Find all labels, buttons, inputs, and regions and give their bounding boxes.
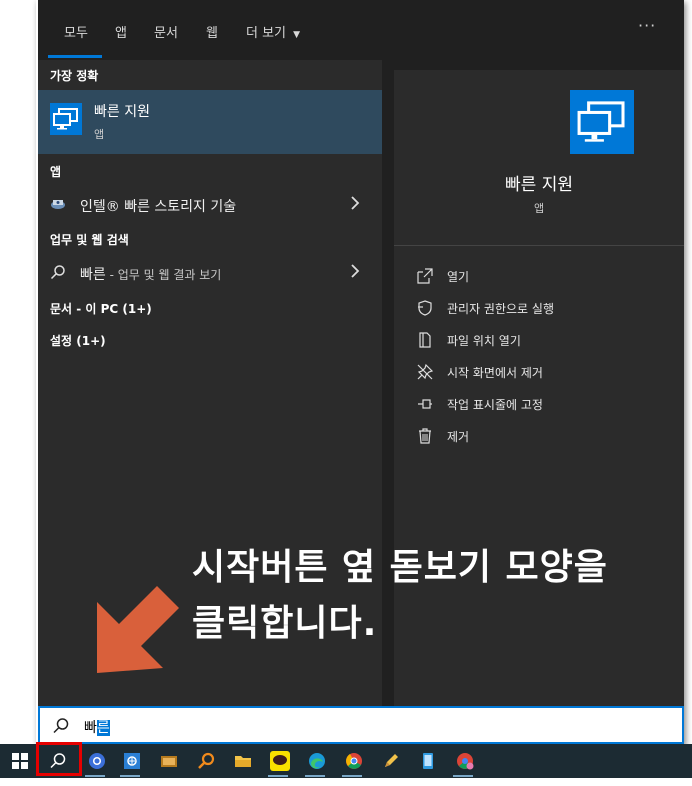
arrow-down-left-icon (95, 580, 185, 679)
running-indicator (120, 775, 140, 777)
running-indicator (85, 775, 105, 777)
action-label: 시작 화면에서 제거 (447, 366, 543, 380)
action-pin-taskbar[interactable]: 작업 표시줄에 고정 (416, 392, 676, 416)
search-input[interactable]: 빠른 (84, 717, 110, 737)
chrome-profile-icon[interactable] (453, 749, 477, 773)
tab-all[interactable]: 모두 (64, 22, 88, 41)
app-item-intel-rst[interactable]: 인텔® 빠른 스토리지 기술 (38, 189, 382, 219)
action-uninstall[interactable]: 제거 (416, 424, 676, 448)
documents-heading[interactable]: 문서 - 이 PC (1+) (50, 300, 152, 317)
tab-documents[interactable]: 문서 (154, 22, 178, 41)
monitor-pair-icon (570, 90, 634, 154)
screenshot: 모두 앱 문서 웹 더 보기 ▼ ··· 가장 정확 빠른 지원 앱 앱 인텔®… (0, 0, 692, 786)
tab-more-label: 더 보기 (246, 26, 287, 41)
search-orange-icon[interactable] (194, 749, 218, 773)
action-run-as-admin[interactable]: 관리자 권한으로 실행 (416, 296, 676, 320)
web-search-suffix: - 업무 및 웹 결과 보기 (105, 268, 222, 282)
trash-icon (416, 427, 434, 445)
web-search-heading: 업무 및 웹 검색 (50, 233, 129, 247)
settings-heading[interactable]: 설정 (1+) (50, 332, 106, 349)
chevron-down-icon: ▼ (293, 30, 301, 40)
pencil-icon[interactable] (379, 749, 403, 773)
kakaotalk-icon[interactable] (268, 749, 292, 773)
action-open-file-location[interactable]: 파일 위치 열기 (416, 328, 676, 352)
more-options-icon[interactable]: ··· (638, 16, 656, 35)
chevron-right-icon[interactable] (348, 193, 362, 213)
open-icon (416, 267, 434, 285)
search-text: 빠 (84, 720, 97, 736)
book-icon[interactable] (157, 749, 181, 773)
details-title: 빠른 지원 (505, 175, 573, 195)
intel-rst-icon (50, 196, 66, 212)
tab-web[interactable]: 웹 (206, 22, 218, 41)
monitor-pair-icon (50, 103, 82, 135)
details-subtitle: 앱 (533, 202, 545, 215)
windows-start-icon[interactable] (8, 749, 32, 773)
running-indicator (268, 775, 288, 777)
photo-viewer-icon[interactable] (120, 749, 144, 773)
taskbar (0, 744, 692, 778)
search-text-selected: 른 (96, 720, 110, 736)
running-indicator (305, 775, 325, 777)
chrome-icon[interactable] (342, 749, 366, 773)
pin-taskbar-icon (416, 395, 434, 413)
instruction-line-1: 시작버튼 옆 돋보기 모양을 (192, 547, 608, 588)
tab-more[interactable]: 더 보기 ▼ (246, 22, 300, 41)
action-label: 열기 (447, 270, 470, 284)
action-unpin-start[interactable]: 시작 화면에서 제거 (416, 360, 676, 384)
best-match-item[interactable]: 빠른 지원 앱 (38, 90, 382, 154)
search-button-highlight (36, 742, 82, 776)
best-match-heading: 가장 정확 (50, 69, 99, 83)
search-box[interactable]: 빠른 (38, 706, 684, 744)
search-tabs-bar: 모두 앱 문서 웹 더 보기 ▼ ··· (38, 0, 684, 60)
active-tab-indicator (48, 55, 102, 58)
action-label: 작업 표시줄에 고정 (447, 398, 543, 412)
bottom-margin (0, 778, 692, 786)
apps-heading: 앱 (50, 165, 62, 179)
unpin-start-icon (416, 363, 434, 381)
app-item-label: 인텔® 빠른 스토리지 기술 (80, 199, 237, 215)
web-search-item[interactable]: 빠른 - 업무 및 웹 결과 보기 (38, 257, 382, 287)
file-explorer-icon[interactable] (231, 749, 255, 773)
edge-icon[interactable] (305, 749, 329, 773)
file-location-icon (416, 331, 434, 349)
phone-icon[interactable] (416, 749, 440, 773)
details-divider (394, 245, 684, 246)
shield-icon (416, 299, 434, 317)
search-icon (50, 264, 66, 280)
chevron-right-icon[interactable] (348, 261, 362, 281)
chrome-alt-icon[interactable] (85, 749, 109, 773)
best-match-subtitle: 앱 (94, 128, 105, 141)
running-indicator (342, 775, 362, 777)
running-indicator (453, 775, 473, 777)
action-label: 관리자 권한으로 실행 (447, 302, 554, 316)
web-search-query: 빠른 (80, 267, 106, 283)
best-match-title: 빠른 지원 (94, 104, 150, 120)
instruction-line-2: 클릭합니다. (192, 603, 378, 644)
action-open[interactable]: 열기 (416, 264, 676, 288)
action-label: 제거 (447, 430, 470, 444)
action-label: 파일 위치 열기 (447, 334, 521, 348)
search-icon (52, 717, 70, 735)
instruction-caption: 시작버튼 옆 돋보기 모양을 클릭합니다. (192, 540, 608, 652)
web-search-label: 빠른 - 업무 및 웹 결과 보기 (80, 264, 221, 284)
tab-apps[interactable]: 앱 (115, 22, 127, 41)
